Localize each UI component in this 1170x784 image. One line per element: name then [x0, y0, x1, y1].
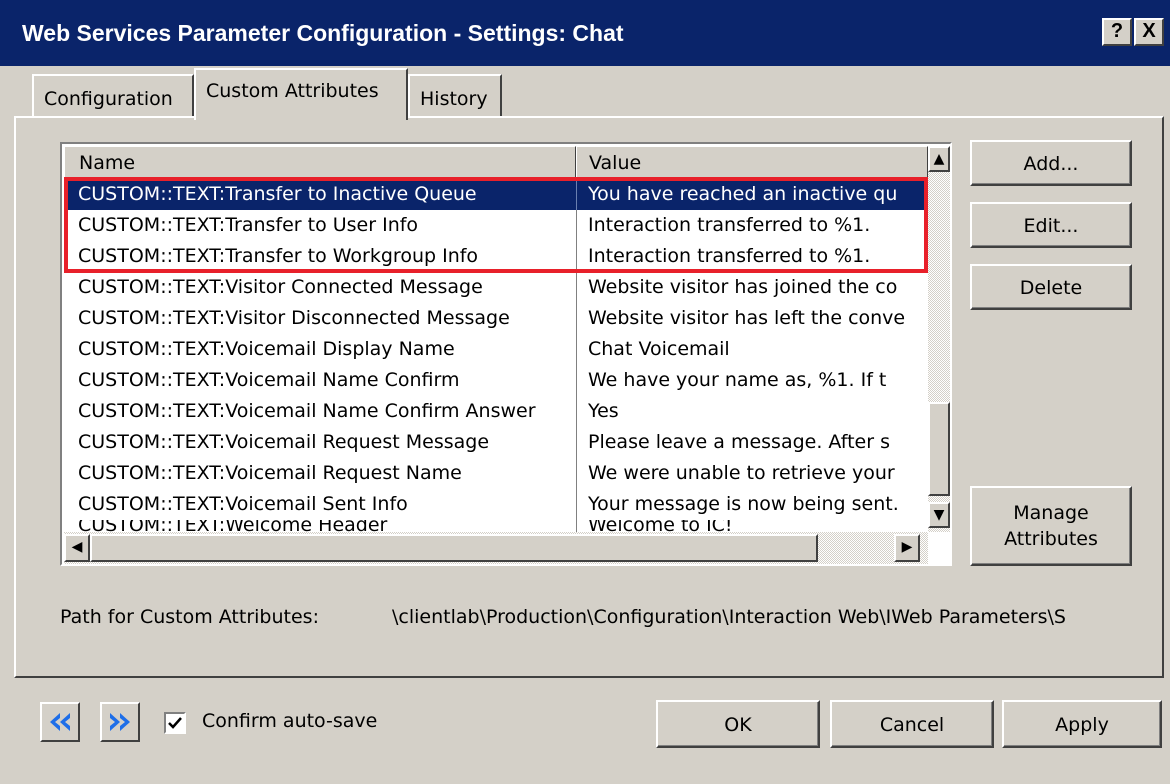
row-name: CUSTOM::TEXT:Voicemail Request Name	[78, 462, 462, 484]
column-header-value[interactable]: Value	[576, 146, 928, 178]
table-row[interactable]: CUSTOM::TEXT:Transfer to User Info Inter…	[64, 210, 928, 241]
row-value: Website visitor has left the conve	[588, 307, 906, 329]
column-divider	[576, 458, 577, 489]
column-divider	[576, 365, 577, 396]
row-name: CUSTOM::TEXT:Voicemail Name Confirm Answ…	[78, 400, 536, 422]
horizontal-scroll-thumb[interactable]	[90, 534, 818, 562]
column-divider	[576, 272, 577, 303]
row-name: CUSTOM::TEXT:Transfer to Workgroup Info	[78, 245, 479, 267]
left-arrow-icon: ◀	[71, 539, 83, 555]
double-left-arrow-icon	[50, 713, 70, 731]
scroll-up-button[interactable]: ▲	[928, 146, 950, 172]
previous-button[interactable]	[40, 702, 80, 742]
table-row[interactable]: CUSTOM::TEXT:Transfer to Workgroup Info …	[64, 241, 928, 272]
column-header-name-label: Name	[79, 152, 136, 174]
column-divider	[576, 489, 577, 520]
add-button[interactable]: Add...	[970, 140, 1132, 186]
tab-configuration-label: Configuration	[44, 88, 173, 110]
edit-button[interactable]: Edit...	[970, 202, 1132, 248]
column-header-value-label: Value	[589, 152, 642, 174]
cancel-button[interactable]: Cancel	[830, 700, 994, 748]
up-arrow-icon: ▲	[933, 151, 945, 167]
column-header-name[interactable]: Name	[64, 146, 576, 178]
path-label: Path for Custom Attributes:	[60, 606, 319, 628]
table-row[interactable]: CUSTOM::TEXT:Voicemail Name Confirm Answ…	[64, 396, 928, 427]
table-row[interactable]: CUSTOM::TEXT:Voicemail Sent Info Your me…	[64, 489, 928, 520]
list-header: Name Value	[64, 146, 928, 178]
scroll-left-button[interactable]: ◀	[64, 534, 90, 562]
scroll-down-button[interactable]: ▼	[928, 502, 950, 528]
delete-button[interactable]: Delete	[970, 264, 1132, 310]
row-value: Website visitor has joined the co	[588, 276, 898, 298]
table-row[interactable]: CUSTOM::TEXT:Visitor Connected Message W…	[64, 272, 928, 303]
row-value: You have reached an inactive qu	[588, 183, 898, 205]
row-value: Your message is now being sent.	[588, 493, 899, 515]
column-divider	[576, 334, 577, 365]
row-name: CUSTOM::TEXT:Welcome Header	[78, 520, 388, 532]
right-arrow-icon: ▶	[901, 539, 913, 555]
down-arrow-icon: ▼	[933, 507, 945, 523]
row-value: Welcome to IC!	[588, 520, 733, 532]
row-value: We have your name as, %1. If t	[588, 369, 887, 391]
row-value: Chat Voicemail	[588, 338, 730, 360]
row-name: CUSTOM::TEXT:Transfer to User Info	[78, 214, 419, 236]
row-value: Please leave a message. After s	[588, 431, 890, 453]
scroll-right-button[interactable]: ▶	[894, 534, 920, 562]
row-name: CUSTOM::TEXT:Voicemail Name Confirm	[78, 369, 460, 391]
confirm-auto-save-label[interactable]: Confirm auto-save	[202, 710, 377, 732]
double-right-arrow-icon	[110, 713, 130, 731]
table-row[interactable]: CUSTOM::TEXT:Welcome Header Welcome to I…	[64, 520, 928, 532]
apply-button[interactable]: Apply	[1002, 700, 1162, 748]
next-button[interactable]	[100, 702, 140, 742]
row-value: Yes	[588, 400, 619, 422]
checkmark-icon	[168, 717, 182, 729]
manage-attributes-line2: Attributes	[1004, 528, 1098, 550]
horizontal-scrollbar[interactable]: ◀ ▶	[64, 532, 928, 564]
column-divider	[576, 520, 577, 532]
help-button[interactable]: ?	[1102, 18, 1132, 46]
path-value: \clientlab\Production\Configuration\Inte…	[392, 606, 1066, 628]
row-name: CUSTOM::TEXT:Voicemail Display Name	[78, 338, 455, 360]
title-bar: Web Services Parameter Configuration - S…	[0, 0, 1170, 66]
manage-attributes-button[interactable]: Manage Attributes	[970, 486, 1132, 566]
tab-custom-attributes[interactable]: Custom Attributes	[194, 68, 408, 120]
vertical-scroll-thumb[interactable]	[928, 402, 950, 496]
table-row[interactable]: CUSTOM::TEXT:Voicemail Display Name Chat…	[64, 334, 928, 365]
row-value: Interaction transferred to %1.	[588, 214, 871, 236]
tab-history-label: History	[420, 88, 488, 110]
window-title: Web Services Parameter Configuration - S…	[22, 20, 624, 46]
table-row[interactable]: CUSTOM::TEXT:Voicemail Request Message P…	[64, 427, 928, 458]
manage-attributes-line1: Manage	[1013, 502, 1089, 524]
row-value: We were unable to retrieve your	[588, 462, 895, 484]
table-row[interactable]: CUSTOM::TEXT:Voicemail Request Name We w…	[64, 458, 928, 489]
table-row[interactable]: CUSTOM::TEXT:Transfer to Inactive Queue …	[64, 179, 928, 210]
column-divider	[576, 241, 577, 272]
row-name: CUSTOM::TEXT:Visitor Connected Message	[78, 276, 483, 298]
row-name: CUSTOM::TEXT:Visitor Disconnected Messag…	[78, 307, 510, 329]
row-name: CUSTOM::TEXT:Voicemail Request Message	[78, 431, 490, 453]
column-divider	[576, 210, 577, 241]
tab-configuration[interactable]: Configuration	[32, 74, 194, 118]
attributes-list[interactable]: Name Value CUSTOM::TEXT:Transfer to Inac…	[60, 142, 952, 566]
tab-custom-attributes-label: Custom Attributes	[206, 80, 379, 102]
row-name: CUSTOM::TEXT:Transfer to Inactive Queue	[78, 183, 477, 205]
column-divider	[576, 427, 577, 458]
confirm-auto-save-checkbox[interactable]	[164, 712, 186, 734]
tab-history[interactable]: History	[408, 74, 502, 118]
table-row[interactable]: CUSTOM::TEXT:Voicemail Name Confirm We h…	[64, 365, 928, 396]
vertical-scrollbar[interactable]: ▲ ▼	[928, 146, 950, 532]
ok-button[interactable]: OK	[656, 700, 820, 748]
column-divider	[576, 179, 577, 210]
column-divider	[576, 303, 577, 334]
close-button[interactable]: X	[1134, 18, 1164, 46]
row-value: Interaction transferred to %1.	[588, 245, 871, 267]
table-row[interactable]: CUSTOM::TEXT:Visitor Disconnected Messag…	[64, 303, 928, 334]
column-divider	[576, 396, 577, 427]
row-name: CUSTOM::TEXT:Voicemail Sent Info	[78, 493, 408, 515]
